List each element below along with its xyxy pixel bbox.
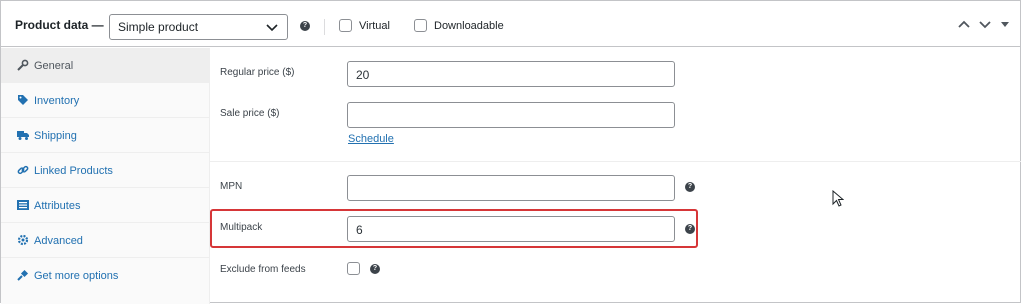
virtual-label: Virtual bbox=[359, 20, 390, 32]
chevron-down-icon bbox=[266, 24, 278, 32]
mpn-help-icon[interactable]: ? bbox=[685, 182, 695, 192]
tab-linked-products[interactable]: Linked Products bbox=[1, 153, 209, 188]
sale-price-input[interactable] bbox=[347, 102, 675, 128]
tab-get-more-options[interactable]: Get more options bbox=[1, 258, 209, 293]
regular-price-input[interactable]: 20 bbox=[347, 61, 675, 87]
exclude-from-feeds-label: Exclude from feeds bbox=[220, 264, 306, 275]
tab-inventory[interactable]: Inventory bbox=[1, 83, 209, 118]
collapse-toggle-icon[interactable] bbox=[1000, 17, 1010, 31]
tab-advanced[interactable]: Advanced bbox=[1, 223, 209, 258]
tab-linked-products-label: Linked Products bbox=[34, 165, 113, 177]
wrench-icon bbox=[17, 59, 29, 71]
exclude-from-feeds-help-icon[interactable]: ? bbox=[370, 264, 380, 274]
product-type-select[interactable]: Simple product bbox=[109, 14, 288, 40]
virtual-checkbox[interactable] bbox=[339, 19, 352, 32]
tab-advanced-label: Advanced bbox=[34, 235, 83, 247]
multipack-help-icon[interactable]: ? bbox=[685, 224, 695, 234]
help-icon[interactable]: ? bbox=[300, 21, 310, 31]
gear-icon bbox=[17, 234, 29, 246]
divider bbox=[324, 19, 325, 35]
tab-general-label: General bbox=[34, 60, 74, 72]
tab-shipping[interactable]: Shipping bbox=[1, 118, 209, 153]
tab-attributes[interactable]: Attributes bbox=[1, 188, 209, 223]
tab-inventory-label: Inventory bbox=[34, 95, 80, 107]
tab-attributes-label: Attributes bbox=[34, 200, 81, 212]
tag-icon bbox=[18, 95, 28, 105]
chevron-down-icon[interactable] bbox=[978, 17, 992, 31]
link-icon bbox=[17, 165, 29, 175]
product-type-value: Simple product bbox=[118, 20, 199, 34]
tab-shipping-label: Shipping bbox=[34, 130, 77, 142]
truck-icon bbox=[17, 131, 29, 140]
panel-title: Product data — bbox=[15, 18, 104, 32]
product-data-panel: Product data — Simple product ? Virtual … bbox=[0, 0, 1021, 304]
sale-price-label: Sale price ($) bbox=[220, 108, 280, 119]
chevron-up-icon[interactable] bbox=[957, 17, 971, 31]
multipack-label: Multipack bbox=[220, 222, 263, 233]
regular-price-label: Regular price ($) bbox=[220, 67, 295, 78]
tab-get-more-options-label: Get more options bbox=[34, 270, 119, 282]
downloadable-label: Downloadable bbox=[434, 20, 504, 32]
mouse-cursor-icon bbox=[832, 190, 844, 207]
product-data-tabs: General Inventory Shipping Linked Produc… bbox=[1, 48, 210, 304]
downloadable-checkbox[interactable] bbox=[414, 19, 427, 32]
schedule-link[interactable]: Schedule bbox=[348, 133, 394, 145]
mpn-input[interactable] bbox=[347, 175, 675, 201]
tab-general[interactable]: General bbox=[1, 48, 209, 83]
list-icon bbox=[17, 200, 29, 210]
mpn-label: MPN bbox=[220, 181, 243, 192]
multipack-input[interactable]: 6 bbox=[347, 216, 675, 242]
section-divider bbox=[210, 161, 1021, 162]
exclude-from-feeds-checkbox[interactable] bbox=[347, 262, 360, 275]
plugin-icon bbox=[17, 269, 29, 281]
panel-header: Product data — Simple product ? Virtual … bbox=[1, 1, 1020, 47]
